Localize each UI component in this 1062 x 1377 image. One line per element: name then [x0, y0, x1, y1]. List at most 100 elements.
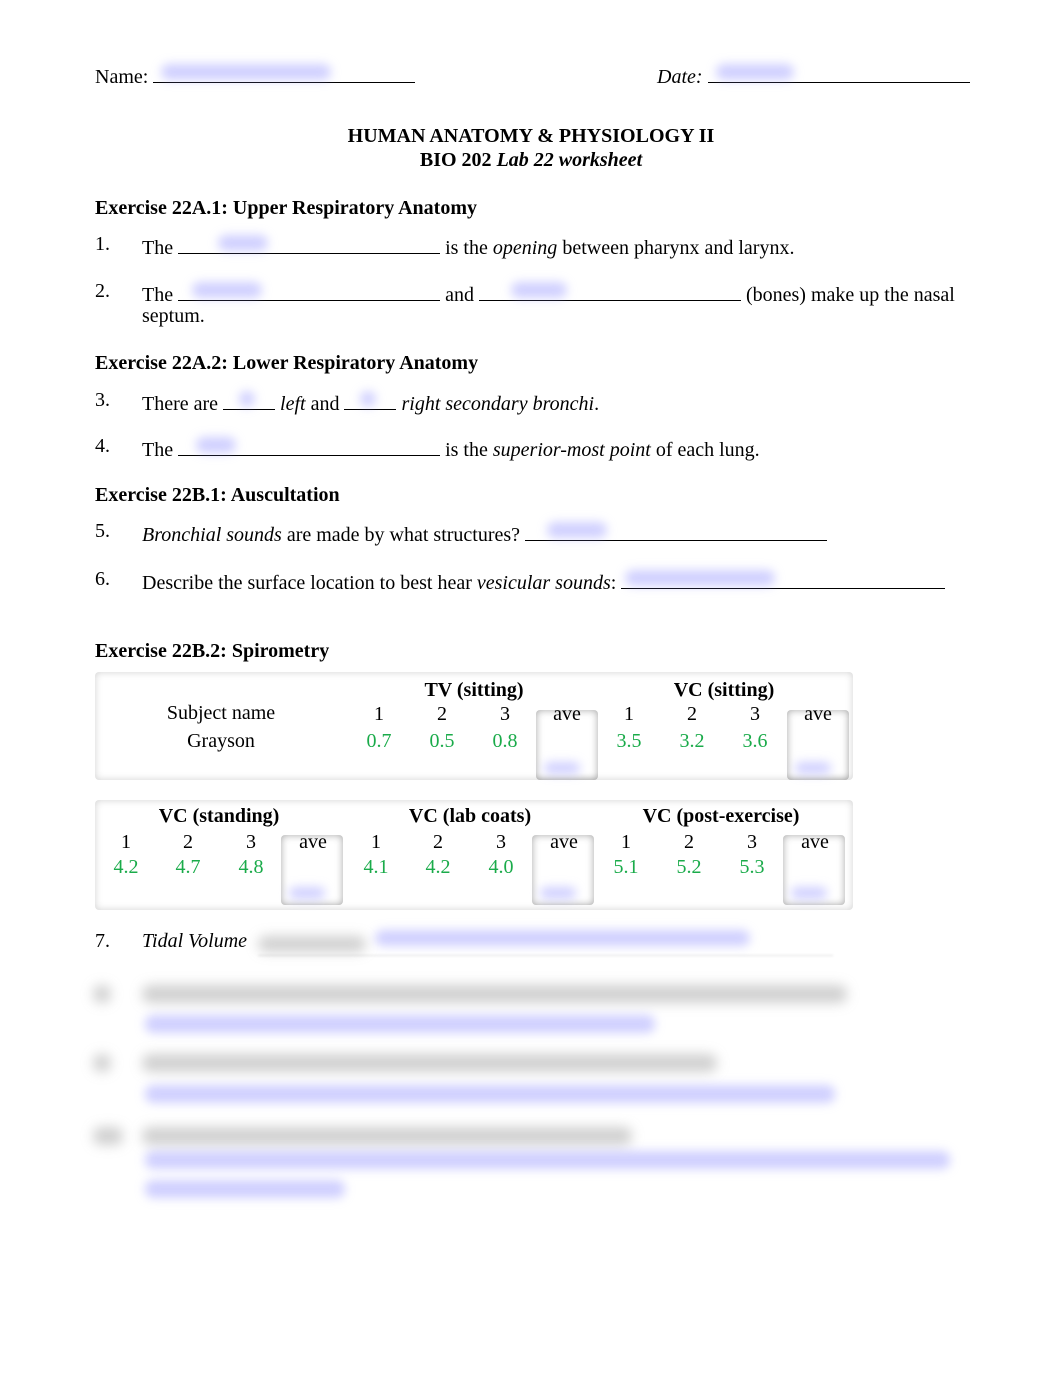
question-text: . [594, 393, 600, 415]
trial-value[interactable]: 0.5 [417, 730, 467, 753]
average-cell[interactable] [532, 835, 594, 905]
subject-name: Grayson [187, 730, 255, 752]
exercise-22a2-title: Exercise 22A.2: Lower Respiratory Anatom… [95, 352, 479, 374]
name-field: Name: [95, 62, 416, 89]
group-header: VC (sitting) [673, 679, 775, 701]
redacted-answer [510, 282, 567, 298]
trial-label: 1 [371, 831, 381, 853]
group-header: VC (lab coats) [408, 805, 532, 827]
question-text: between pharynx and larynx. [562, 237, 795, 259]
date-input[interactable] [707, 62, 970, 83]
trial-label: 1 [621, 831, 631, 853]
exercise-22b1-title: Exercise 22B.1: Auscultation [95, 484, 340, 506]
question-text: The [142, 237, 174, 259]
trial-value[interactable]: 5.2 [664, 856, 714, 879]
redacted-answer [375, 930, 750, 946]
question-number: 7. [95, 930, 110, 952]
trial-label: 2 [684, 831, 694, 853]
trial-value[interactable]: 3.2 [667, 730, 717, 753]
question-text: superior-most point [492, 439, 651, 461]
trial-value[interactable]: 4.0 [476, 856, 526, 879]
answer-blank[interactable] [223, 389, 276, 410]
trial-value[interactable]: 5.1 [601, 856, 651, 879]
trial-value[interactable]: 3.5 [604, 730, 654, 753]
trial-label: 3 [246, 831, 256, 853]
group-header: VC (standing) [158, 805, 280, 827]
average-cell[interactable] [536, 710, 598, 780]
exercise-22a1-title: Exercise 22A.1: Upper Respiratory Anatom… [95, 197, 477, 219]
redacted-answer [547, 522, 608, 538]
trial-value[interactable]: 4.7 [163, 856, 213, 879]
question-text: opening [492, 237, 558, 259]
answer-blank[interactable] [178, 435, 441, 456]
redacted-answer [192, 282, 263, 298]
question-text: and [310, 393, 340, 415]
redacted-answer [239, 391, 256, 407]
redacted-question-10 [142, 1127, 632, 1145]
average-cell[interactable] [783, 835, 845, 905]
answer-blank[interactable] [178, 280, 441, 301]
redacted-answer [289, 887, 325, 899]
answer-blank[interactable] [478, 280, 741, 301]
question-number: 6. [95, 568, 110, 590]
trial-value[interactable]: 4.2 [101, 856, 151, 879]
answer-blank[interactable] [525, 520, 828, 541]
question-text: is the [445, 439, 488, 461]
document-subtitle: BIO 202 Lab 22 worksheet [0, 149, 1062, 172]
question-text: and [445, 284, 474, 306]
trial-value[interactable]: 0.8 [480, 730, 530, 753]
trial-label: 2 [687, 703, 697, 725]
trial-value[interactable]: 3.6 [730, 730, 780, 753]
trial-value[interactable]: 4.8 [226, 856, 276, 879]
question-number: 2. [95, 280, 110, 302]
trial-label: 3 [500, 703, 510, 725]
date-label: Date: [657, 66, 703, 88]
redacted-answer [715, 64, 794, 80]
trial-value[interactable]: 4.2 [413, 856, 463, 879]
redacted-answer [145, 1085, 835, 1103]
course-code: BIO 202 [419, 149, 492, 171]
answer-line[interactable] [258, 955, 833, 956]
redacted-answer [544, 762, 580, 774]
subject-name-header: Subject name [166, 702, 276, 724]
exercise-22b2-title: Exercise 22B.2: Spirometry [95, 640, 330, 662]
group-header: TV (sitting) [424, 679, 524, 701]
document-title: HUMAN ANATOMY & PHYSIOLOGY II [347, 125, 715, 147]
average-cell[interactable] [281, 835, 343, 905]
answer-blank[interactable] [178, 233, 441, 254]
question-text: Tidal Volume [142, 930, 248, 952]
question-text: : [610, 572, 617, 594]
question-number: 4. [95, 435, 110, 457]
question-text: The [142, 439, 174, 461]
redacted-answer [540, 887, 576, 899]
redacted-answer [218, 235, 269, 251]
average-cell[interactable] [787, 710, 849, 780]
redacted-answer [161, 64, 332, 80]
redacted-question-number [93, 1127, 123, 1145]
question-text: left [280, 393, 306, 415]
trial-value[interactable]: 0.7 [354, 730, 404, 753]
question-number: 3. [95, 389, 110, 411]
name-input[interactable] [153, 62, 416, 83]
redacted-answer [625, 570, 776, 586]
question-text: is the [445, 237, 488, 259]
trial-value[interactable]: 4.1 [351, 856, 401, 879]
trial-label: 1 [624, 703, 634, 725]
answer-blank[interactable] [621, 568, 946, 589]
redacted-answer [145, 1015, 655, 1033]
redacted-question-number [93, 1054, 111, 1072]
question-text: vesicular sounds [476, 572, 611, 594]
date-field: Date: [657, 62, 970, 89]
trial-label: 1 [374, 703, 384, 725]
question-text: The [142, 284, 174, 306]
trial-value[interactable]: 5.3 [727, 856, 777, 879]
trial-label: 3 [750, 703, 760, 725]
question-text: Bronchial sounds [142, 524, 282, 546]
question-text: Describe the surface location to best he… [142, 572, 472, 594]
trial-label: 3 [747, 831, 757, 853]
question-number: 5. [95, 520, 110, 542]
trial-label: 1 [121, 831, 131, 853]
trial-label: 2 [437, 703, 447, 725]
answer-blank[interactable] [344, 389, 397, 410]
question-text: are made by what structures? [286, 524, 521, 546]
